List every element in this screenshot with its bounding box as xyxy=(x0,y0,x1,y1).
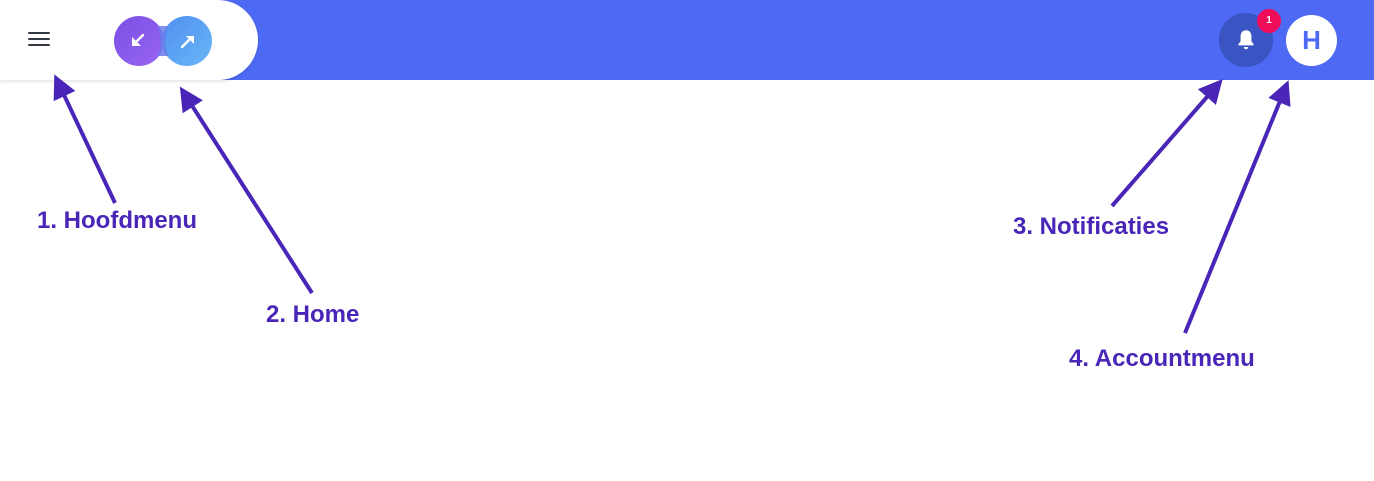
annotation-label-hoofdmenu: 1. Hoofdmenu xyxy=(37,207,197,234)
annotation-label-accountmenu: 4. Accountmenu xyxy=(1069,345,1255,372)
arrow-to-hamburger xyxy=(53,74,117,204)
arrow-to-bell xyxy=(1110,78,1223,208)
annotation-label-notificaties: 3. Notificaties xyxy=(1013,213,1170,240)
annotation-label-home: 2. Home xyxy=(266,301,360,328)
arrow-to-logo xyxy=(179,86,314,295)
arrow-to-avatar xyxy=(1183,80,1291,334)
